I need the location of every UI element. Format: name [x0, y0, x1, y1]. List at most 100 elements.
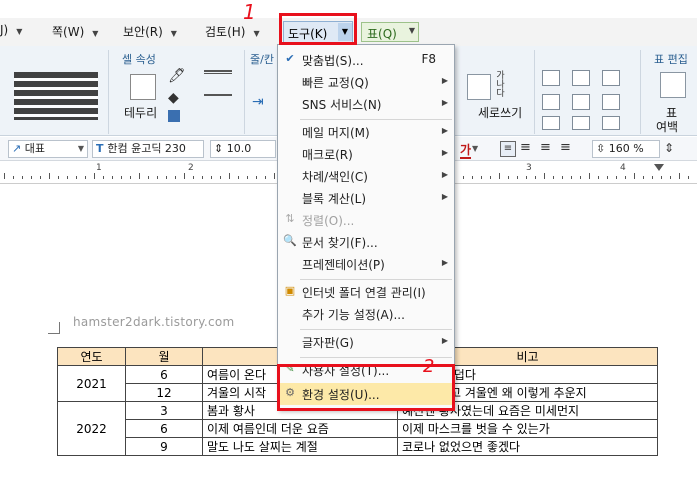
- chevron-down-icon[interactable]: ▼: [409, 26, 415, 35]
- chevron-down-icon[interactable]: ▼: [472, 144, 478, 153]
- ruler-tick: [238, 176, 239, 179]
- month-cell[interactable]: 6: [125, 365, 203, 384]
- font-size-select[interactable]: ⇕ 10.0: [210, 140, 276, 158]
- menu-tab-page[interactable]: 쪽(W) ▼: [52, 23, 98, 40]
- menu-tab-partial[interactable]: J) ▼: [0, 23, 22, 37]
- menu-item-quick-correct[interactable]: 빠른 교정(Q) ▶: [278, 71, 454, 93]
- menu-item-internet-folder[interactable]: ▣ 인터넷 폴더 연결 관리(I): [278, 281, 454, 303]
- cell-fill-icon[interactable]: [168, 110, 180, 122]
- ruler-tick: [544, 173, 545, 179]
- font-select[interactable]: T 한컴 윤고딕 230: [92, 140, 204, 158]
- ruler-number: 2: [188, 163, 194, 173]
- ruler-tick: [589, 173, 590, 179]
- menu-item-mail-merge[interactable]: 메일 머지(M) ▶: [278, 121, 454, 143]
- menu-tab-review[interactable]: 검토(H) ▼: [205, 23, 260, 40]
- ruler-tick: [157, 176, 158, 179]
- ruler-tick: [229, 173, 230, 179]
- align-left-icon[interactable]: [572, 70, 590, 86]
- menu-item-sns[interactable]: SNS 서비스(N) ▶: [278, 93, 454, 115]
- menu-item-presentation[interactable]: 프레젠테이션(P) ▶: [278, 253, 454, 275]
- paragraph-style-icon: ↗: [12, 142, 25, 155]
- menu-item-label: 메일 머지(M): [302, 126, 370, 140]
- month-cell[interactable]: 3: [125, 401, 203, 420]
- ruler-tick: [4, 173, 5, 179]
- menu-item-macro[interactable]: 매크로(R) ▶: [278, 143, 454, 165]
- chevron-down-icon[interactable]: ▼: [16, 27, 22, 36]
- note-cell[interactable]: 코로나 없었으면 좋겠다: [397, 437, 658, 456]
- menu-tab-security[interactable]: 보안(R) ▼: [123, 23, 177, 40]
- align-justify-icon[interactable]: [602, 70, 620, 86]
- table-margin-icon[interactable]: [660, 72, 686, 98]
- insert-column-icon[interactable]: ⇥: [252, 94, 264, 110]
- align-distribute-icon[interactable]: [602, 94, 620, 110]
- align-split-icon[interactable]: [602, 116, 620, 130]
- ruler-tick: [616, 176, 617, 179]
- align-right-icon[interactable]: [572, 116, 590, 130]
- chevron-down-icon[interactable]: ▼: [253, 29, 259, 38]
- ruler-tick: [166, 176, 167, 179]
- align-left-icon[interactable]: ≡: [520, 141, 531, 155]
- table-margin-label[interactable]: 여백: [656, 118, 678, 135]
- border-button-label[interactable]: 테두리: [124, 104, 157, 121]
- pen-icon[interactable]: 🖊: [168, 68, 186, 84]
- ruler-tick: [139, 173, 140, 179]
- cell-align-icon[interactable]: [467, 74, 491, 100]
- align-center-icon[interactable]: [572, 94, 590, 110]
- menu-tab-table[interactable]: 표(Q) ▼: [361, 22, 419, 42]
- font-color-button[interactable]: 가: [460, 141, 472, 159]
- line-width-icon[interactable]: [204, 94, 232, 96]
- menu-item-block-calc[interactable]: 블록 계산(L) ▶: [278, 187, 454, 209]
- ruler-tick: [103, 176, 104, 179]
- year-cell[interactable]: 2022: [57, 401, 126, 456]
- header-cell[interactable]: 연도: [57, 347, 126, 366]
- menu-item-toc-index[interactable]: 차례/색인(C) ▶: [278, 165, 454, 187]
- menu-item-label: 빠른 교정(Q): [302, 76, 369, 90]
- month-cell[interactable]: 9: [125, 437, 203, 456]
- ruler-tick: [553, 176, 554, 179]
- find-document-icon: 🔍: [283, 234, 297, 247]
- menu-item-spellcheck[interactable]: ✔ 맞춤법(S)... F8: [278, 49, 454, 71]
- align-middle-icon[interactable]: [542, 94, 560, 110]
- ruler-tick: [652, 176, 653, 179]
- menu-item-addon-settings[interactable]: 추가 기능 설정(A)...: [278, 303, 454, 325]
- month-cell[interactable]: 12: [125, 383, 203, 402]
- table-row: 6 이제 여름인데 더운 요즘 이제 마스크를 벗을 수 있는가: [58, 419, 658, 438]
- menu-item-keyboard[interactable]: 글자판(G) ▶: [278, 331, 454, 353]
- menu-tab-label: 표(Q): [367, 27, 397, 41]
- spin-icon[interactable]: ⇕: [664, 141, 674, 155]
- indent-marker-icon[interactable]: [654, 164, 664, 171]
- menu-item-find-document[interactable]: 🔍 문서 찾기(F)...: [278, 231, 454, 253]
- vertical-write-button-label[interactable]: 세로쓰기: [478, 104, 522, 121]
- zoom-select[interactable]: ⇳ 160 %: [592, 140, 660, 158]
- table-style-swatch[interactable]: [14, 72, 98, 120]
- line-style-icon[interactable]: [204, 70, 232, 74]
- ruler-tick: [247, 176, 248, 179]
- note-cell[interactable]: 이제 마스크를 벗을 수 있는가: [397, 419, 658, 438]
- border-icon[interactable]: [130, 74, 156, 100]
- year-cell[interactable]: 2021: [57, 365, 126, 402]
- month-cell[interactable]: 6: [125, 419, 203, 438]
- chevron-down-icon[interactable]: ▼: [78, 141, 84, 157]
- align-bottom-icon[interactable]: [542, 116, 560, 130]
- fill-bucket-icon[interactable]: ◆: [168, 90, 179, 106]
- content-cell[interactable]: 이제 여름인데 더운 요즘: [202, 419, 398, 438]
- align-right-icon[interactable]: ≡: [560, 141, 571, 155]
- ruler-tick: [67, 176, 68, 179]
- font-icon: T: [96, 142, 108, 155]
- align-top-icon[interactable]: [542, 70, 560, 86]
- vertical-text-icon[interactable]: 가나다: [492, 70, 506, 100]
- ruler-tick: [517, 176, 518, 179]
- ruler-tick: [634, 173, 635, 179]
- align-justify-icon[interactable]: ≡: [500, 141, 516, 157]
- ruler-tick: [49, 173, 50, 179]
- chevron-down-icon[interactable]: ▼: [92, 29, 98, 38]
- table-style-gallery[interactable]: [0, 70, 104, 124]
- ruler-tick: [202, 176, 203, 179]
- ruler-number: 4: [620, 163, 626, 173]
- chevron-down-icon[interactable]: ▼: [171, 29, 177, 38]
- style-select[interactable]: ↗ 대표 ▼: [8, 140, 88, 158]
- menu-item-sort[interactable]: ⇅ 정렬(O)...: [278, 209, 454, 231]
- header-cell[interactable]: 월: [125, 347, 203, 366]
- content-cell[interactable]: 말도 나도 살찌는 계절: [202, 437, 398, 456]
- align-center-icon[interactable]: ≡: [540, 141, 551, 155]
